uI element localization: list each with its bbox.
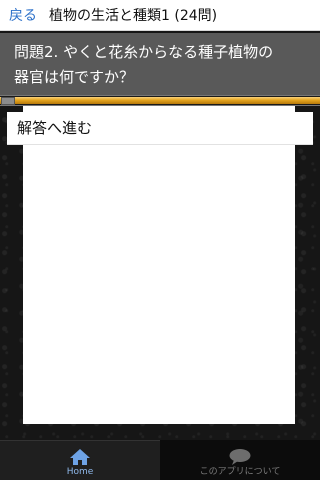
progress-knob bbox=[1, 97, 15, 105]
content-panel bbox=[23, 106, 295, 424]
page-title: 植物の生活と種類1 (24問) bbox=[49, 8, 218, 24]
app-header: 戻る 植物の生活と種類1 (24問) bbox=[0, 0, 320, 31]
question-line-2: 器官は何ですか？ bbox=[14, 68, 135, 86]
progress-bar bbox=[0, 95, 320, 106]
home-icon bbox=[70, 449, 90, 465]
go-to-answer-button[interactable]: 解答へ進む bbox=[7, 112, 313, 145]
question-line-1: 問題2. やくと花糸からなる種子植物の bbox=[14, 43, 274, 61]
question-text: 問題2. やくと花糸からなる種子植物の 器官は何ですか？ bbox=[0, 33, 320, 95]
back-button[interactable]: 戻る bbox=[9, 5, 37, 25]
progress-fill bbox=[0, 97, 320, 104]
tab-about-label: このアプリについて bbox=[199, 467, 281, 477]
tab-about-app[interactable]: このアプリについて bbox=[160, 440, 320, 480]
tab-home-label: Home bbox=[66, 467, 94, 477]
tab-bar: Home このアプリについて bbox=[0, 440, 320, 480]
tab-home[interactable]: Home bbox=[0, 440, 160, 480]
speech-bubble-icon bbox=[229, 449, 251, 465]
